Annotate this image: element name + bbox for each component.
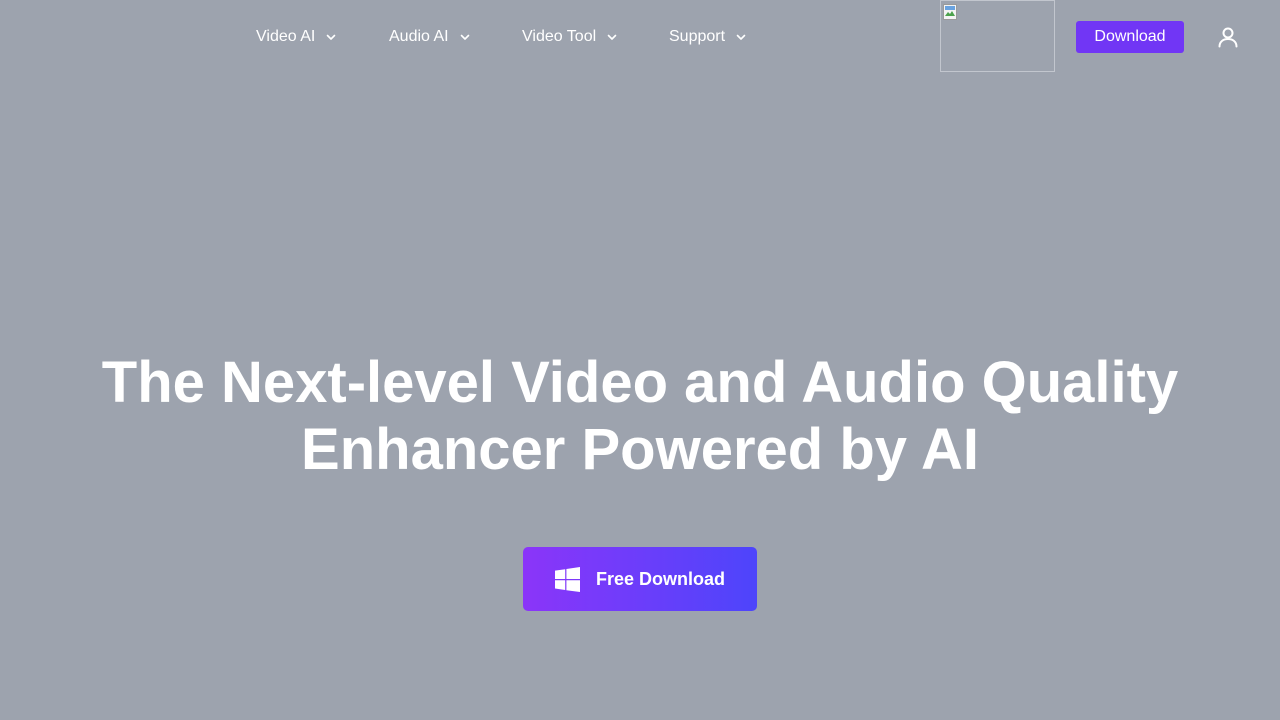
hero-title: The Next-level Video and Audio Quality E…	[0, 349, 1280, 483]
hero-title-line-1: The Next-level Video and Audio Quality	[101, 350, 1179, 415]
user-icon[interactable]	[1216, 25, 1240, 49]
windows-icon	[554, 566, 580, 592]
download-button[interactable]: Download	[1076, 21, 1184, 53]
chevron-down-icon	[607, 34, 617, 40]
nav-item-audio-ai[interactable]: Audio AI	[389, 26, 471, 48]
nav-item-video-ai[interactable]: Video AI	[256, 26, 337, 48]
top-navigation: Video AI Audio AI Video Tool Support Dow…	[0, 0, 1280, 72]
free-download-button[interactable]: Free Download	[523, 547, 757, 611]
chevron-down-icon	[460, 34, 469, 40]
nav-item-label: Support	[669, 28, 726, 45]
nav-item-label: Audio AI	[389, 28, 449, 45]
nav-item-video-tool[interactable]: Video Tool	[522, 26, 618, 48]
page: Video AI Audio AI Video Tool Support Dow…	[0, 0, 1280, 720]
broken-image-icon	[943, 4, 957, 20]
chevron-down-icon	[327, 34, 336, 40]
hero-title-line-2: Enhancer Powered by AI	[301, 417, 979, 482]
nav-item-label: Video Tool	[522, 28, 597, 45]
nav-item-support[interactable]: Support	[669, 26, 747, 48]
nav-item-label: Video AI	[256, 28, 316, 45]
promo-image-placeholder[interactable]	[940, 0, 1055, 72]
download-button-label: Download	[1094, 28, 1166, 45]
free-download-label: Free Download	[595, 568, 725, 589]
chevron-down-icon	[736, 34, 746, 40]
